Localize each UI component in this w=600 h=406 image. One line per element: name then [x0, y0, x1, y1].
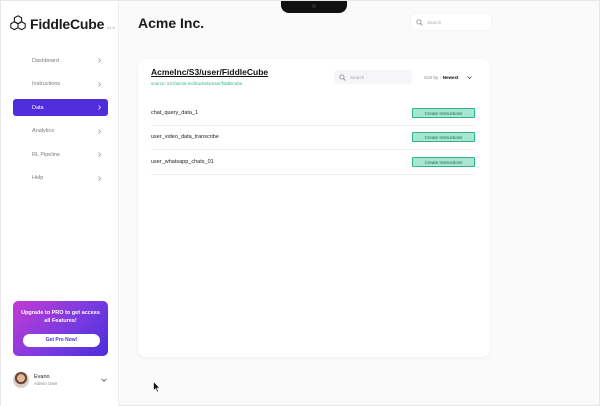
sidebar-item-rl-pipeline[interactable]: RL Pipeline [13, 146, 108, 163]
brand-name: FiddleCube [30, 16, 105, 32]
chevron-down-icon [466, 75, 472, 79]
sidebar-item-label: Analytics [32, 128, 55, 134]
bucket-path-link[interactable]: AcmeInc/S3/user/FiddleCube [151, 67, 268, 77]
header-search[interactable] [411, 14, 491, 30]
create-instructions-button[interactable]: Create Instructions [412, 156, 475, 167]
sidebar-nav: Dashboard Instructions Data Analytics RL… [13, 52, 108, 193]
chevron-down-icon[interactable] [101, 377, 107, 383]
table-row: user_whatsapp_chats_01 Create Instructio… [151, 150, 475, 175]
sidebar-item-label: Help [32, 175, 44, 181]
sidebar-item-label: Data [32, 104, 44, 111]
sort-value: Newest [442, 74, 459, 80]
promo-text: Upgrade to PRO to get access all Feature… [21, 310, 100, 324]
sidebar-item-label: Dashboard [32, 57, 59, 64]
logo-cube-icon [10, 15, 26, 31]
sort-label: Sort by : [424, 74, 441, 80]
header-search-input[interactable] [427, 19, 487, 25]
sidebar-item-help[interactable]: Help [13, 170, 108, 187]
sort-dropdown[interactable]: Sort by : Newest [419, 71, 475, 83]
chevron-right-icon [98, 152, 101, 157]
chevron-right-icon [98, 175, 101, 181]
sidebar-item-analytics[interactable]: Analytics [13, 123, 108, 140]
chevron-right-icon [98, 81, 101, 87]
cursor-icon [153, 381, 161, 393]
camera-dot [312, 4, 316, 8]
sidebar-item-instructions[interactable]: Instructions [13, 76, 108, 93]
card-search[interactable] [334, 70, 412, 84]
brand-logo[interactable]: FiddleCube v1.0 [9, 14, 115, 32]
dataset-name: user_whatsapp_chats_01 [151, 158, 214, 165]
dataset-list: chat_query_data_1 Create Instructions us… [151, 101, 475, 175]
create-instructions-button[interactable]: Create Instructions [412, 107, 475, 118]
create-instructions-button[interactable]: Create Instructions [412, 132, 475, 143]
page-title: Acme Inc. [138, 15, 205, 31]
chevron-right-icon [98, 105, 101, 110]
data-source-card: AcmeInc/S3/user/FiddleCube source: s3://… [138, 59, 490, 357]
sidebar-item-label: RL Pipeline [32, 151, 60, 158]
search-icon [416, 18, 423, 26]
chevron-right-icon [98, 58, 101, 63]
sidebar-item-dashboard[interactable]: Dashboard [13, 52, 108, 69]
table-row: user_video_data_transcribe Create Instru… [151, 126, 475, 150]
sidebar-item-data[interactable]: Data [13, 99, 108, 116]
sidebar: FiddleCube v1.0 Dashboard Instructions D… [1, 1, 119, 406]
dataset-name: chat_query_data_1 [151, 109, 199, 116]
camera-notch [281, 1, 347, 13]
avatar [13, 372, 29, 388]
get-pro-button[interactable]: Get Pro Now! [23, 334, 100, 347]
card-search-input[interactable] [350, 74, 410, 80]
chevron-right-icon [98, 128, 101, 134]
upgrade-promo: Upgrade to PRO to get access all Feature… [13, 301, 108, 356]
brand-version: v1.0 [107, 25, 115, 30]
sidebar-item-label: Instructions [32, 81, 61, 87]
bucket-source: source: s3://acme-inc/buckets/user/fiddl… [151, 81, 243, 86]
dataset-name: user_video_data_transcribe [151, 134, 219, 141]
user-name: Evano [34, 374, 50, 380]
user-profile[interactable]: Evano Admin User [13, 372, 109, 390]
app-window: FiddleCube v1.0 Dashboard Instructions D… [0, 0, 600, 406]
search-icon [339, 73, 346, 81]
table-row: chat_query_data_1 Create Instructions [151, 101, 475, 126]
user-role: Admin User [34, 381, 58, 386]
